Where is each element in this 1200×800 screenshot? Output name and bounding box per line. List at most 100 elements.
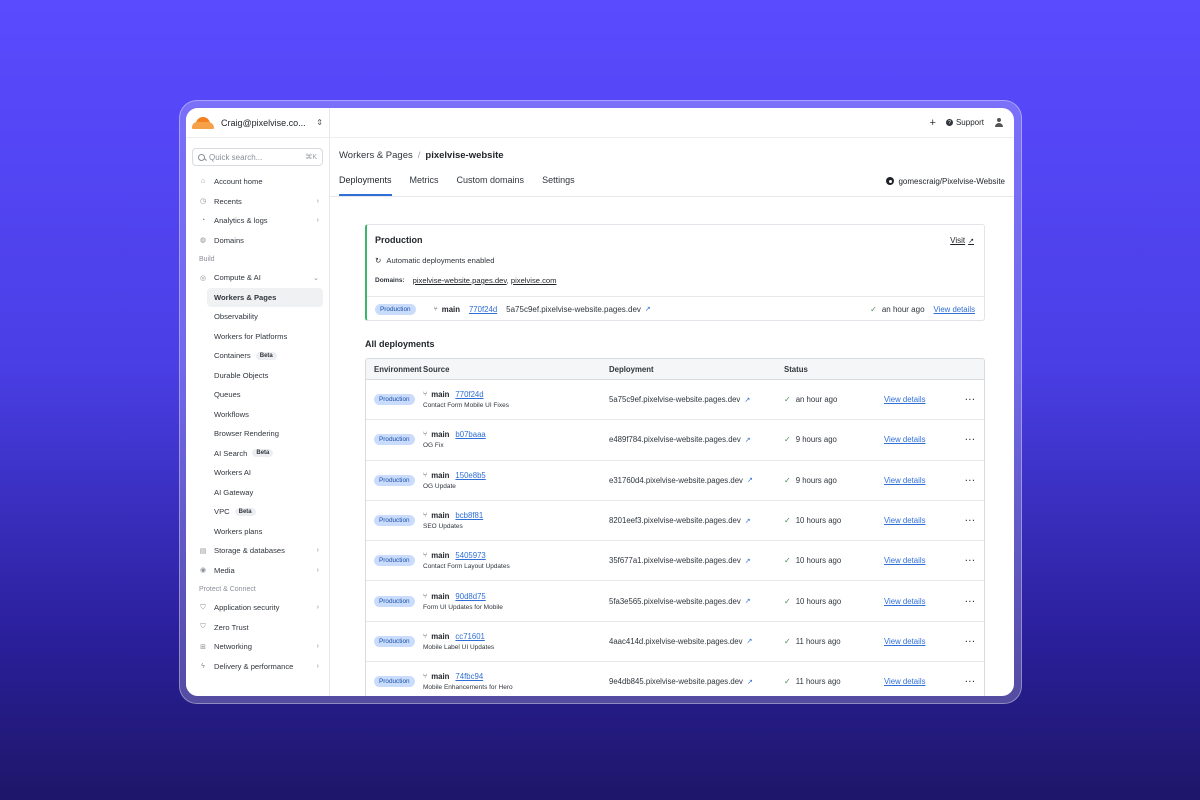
sidebar-item-workers-plans[interactable]: Workers plans xyxy=(207,522,323,542)
external-link-icon[interactable]: ↗ xyxy=(744,396,750,404)
sidebar-item-recents[interactable]: ◷ Recents › xyxy=(192,192,323,212)
deployment-url[interactable]: 35f677a1.pixelvise-website.pages.dev xyxy=(609,556,741,565)
branch: ⑂ main xyxy=(423,632,449,641)
deployments-table: Environment Source Deployment Status Pro… xyxy=(365,358,985,696)
deployment-url[interactable]: e489f784.pixelvise-website.pages.dev xyxy=(609,435,741,444)
sidebar-item-networking[interactable]: ⊞ Networking › xyxy=(192,637,323,657)
table-row[interactable]: Production ⑂ main 74fbc94 Mobile Enhancement… xyxy=(366,662,984,696)
sidebar-item-ai-gateway[interactable]: AI Gateway xyxy=(207,483,323,503)
tab-settings[interactable]: Settings xyxy=(542,166,575,196)
table-row[interactable]: Production ⑂ main b07baaa OG Fix e489f784.pix… xyxy=(366,420,984,461)
view-details-link[interactable]: View details xyxy=(884,597,925,606)
sidebar-item-workers-ai[interactable]: Workers AI xyxy=(207,463,323,483)
external-link-icon[interactable]: ↗ xyxy=(745,436,751,444)
external-link-icon[interactable]: ↗ xyxy=(745,517,751,525)
view-details-link[interactable]: View details xyxy=(884,677,925,686)
breadcrumb-parent[interactable]: Workers & Pages xyxy=(339,150,413,161)
sidebar-item-durable-objects[interactable]: Durable Objects xyxy=(207,366,323,386)
sidebar-item-workers-for-platforms[interactable]: Workers for Platforms xyxy=(207,327,323,347)
sidebar-item-label: Observability xyxy=(214,312,258,322)
deployment-url[interactable]: 8201eef3.pixelvise-website.pages.dev xyxy=(609,516,741,525)
more-options-icon[interactable]: ··· xyxy=(959,637,984,646)
domain-link[interactable]: pixelvise.com xyxy=(511,276,557,285)
commit-hash-link[interactable]: 150e8b5 xyxy=(455,471,485,480)
chevron-right-icon: › xyxy=(316,197,319,205)
source-cell: ⑂ main bcb8f81 SEO Updates xyxy=(423,511,609,530)
commit-hash-link[interactable]: 90d8d75 xyxy=(455,592,485,601)
deployment-url[interactable]: 5a75c9ef.pixelvise-website.pages.dev xyxy=(506,305,641,314)
view-details-link[interactable]: View details xyxy=(884,637,925,646)
user-icon[interactable] xyxy=(994,117,1004,128)
account-switcher[interactable]: Craig@pixelvise.co... ⇕ xyxy=(186,108,329,138)
sidebar-item-domains[interactable]: ◍ Domains xyxy=(192,231,323,251)
sidebar-item-storage-databases[interactable]: ▤ Storage & databases › xyxy=(192,541,323,561)
deployment-url[interactable]: 5a75c9ef.pixelvise-website.pages.dev xyxy=(609,395,740,404)
more-options-icon[interactable]: ··· xyxy=(959,476,984,485)
sidebar-item-zero-trust[interactable]: ⛉ Zero Trust xyxy=(192,618,323,638)
commit-hash-link[interactable]: b07baaa xyxy=(455,430,485,439)
deployment-url[interactable]: e31760d4.pixelvise-website.pages.dev xyxy=(609,476,743,485)
sidebar-item-browser-rendering[interactable]: Browser Rendering xyxy=(207,424,323,444)
sidebar-item-containers[interactable]: Containers Beta xyxy=(207,346,323,366)
view-details-link[interactable]: View details xyxy=(884,435,925,444)
quick-search-input[interactable]: Quick search... ⌘K xyxy=(192,148,323,166)
sidebar-item-delivery-performance[interactable]: ϟ Delivery & performance › xyxy=(192,657,323,677)
sidebar-item-queues[interactable]: Queues xyxy=(207,385,323,405)
table-row[interactable]: Production ⑂ main bcb8f81 SEO Updates 8201eef… xyxy=(366,501,984,542)
sidebar-item-workers-pages[interactable]: Workers & Pages xyxy=(207,287,323,307)
tab-custom-domains[interactable]: Custom domains xyxy=(457,166,525,196)
more-options-icon[interactable]: ··· xyxy=(959,435,984,444)
table-row[interactable]: Production ⑂ main 150e8b5 OG Update e31760d4.… xyxy=(366,461,984,501)
tab-deployments[interactable]: Deployments xyxy=(339,166,392,196)
git-branch-icon: ⑂ xyxy=(423,471,428,479)
commit-hash-link[interactable]: 5405973 xyxy=(455,551,485,560)
external-link-icon[interactable]: ↗ xyxy=(747,678,753,686)
more-options-icon[interactable]: ··· xyxy=(959,677,984,686)
table-row[interactable]: Production ⑂ main 90d8d75 Form UI Updates fo… xyxy=(366,581,984,622)
sidebar-item-compute-ai[interactable]: ◎ Compute & AI ⌄ xyxy=(192,268,323,288)
deployment-url[interactable]: 9e4db845.pixelvise-website.pages.dev xyxy=(609,677,743,686)
external-link-icon[interactable]: ↗ xyxy=(745,597,751,605)
sidebar-item-observability[interactable]: Observability xyxy=(207,307,323,327)
repo-link[interactable]: gomescraig/Pixelvise-Website xyxy=(886,177,1005,186)
commit-hash-link[interactable]: cc71601 xyxy=(455,632,484,641)
sidebar-item-media[interactable]: ◉ Media › xyxy=(192,561,323,581)
sidebar-item-workflows[interactable]: Workflows xyxy=(207,405,323,425)
visit-link[interactable]: Visit ↗ xyxy=(950,236,974,245)
add-button[interactable]: + xyxy=(930,117,936,129)
more-options-icon[interactable]: ··· xyxy=(959,395,984,404)
deployment-url[interactable]: 4aac414d.pixelvise-website.pages.dev xyxy=(609,637,743,646)
tab-metrics[interactable]: Metrics xyxy=(410,166,439,196)
commit-hash-link[interactable]: bcb8f81 xyxy=(455,511,483,520)
view-details-link[interactable]: View details xyxy=(884,476,925,485)
more-options-icon[interactable]: ··· xyxy=(959,516,984,525)
sidebar-item-account-home[interactable]: ⌂ Account home xyxy=(192,172,323,192)
view-details-link[interactable]: View details xyxy=(884,516,925,525)
commit-hash-link[interactable]: 770f24d xyxy=(469,305,497,314)
commit-hash-link[interactable]: 74fbc94 xyxy=(455,672,483,681)
source-cell: ⑂ main 770f24d Contact Form Mobile UI Fixes xyxy=(423,390,609,409)
table-row[interactable]: Production ⑂ main cc71601 Mobile Label UI Up… xyxy=(366,622,984,663)
sidebar-item-application-security[interactable]: ⛉ Application security › xyxy=(192,598,323,618)
more-options-icon[interactable]: ··· xyxy=(959,597,984,606)
sidebar-item-vpc[interactable]: VPC Beta xyxy=(207,502,323,522)
table-row[interactable]: Production ⑂ main 770f24d Contact Form Mobil… xyxy=(366,380,984,421)
view-details-link[interactable]: View details xyxy=(884,395,925,404)
external-link-icon[interactable]: ↗ xyxy=(747,637,753,645)
external-link-icon[interactable]: ↗ xyxy=(645,305,651,313)
sidebar-section-label: Protect & Connect xyxy=(199,585,256,593)
view-details-link[interactable]: View details xyxy=(884,556,925,565)
view-details-link[interactable]: View details xyxy=(934,305,975,314)
support-button[interactable]: ? Support xyxy=(945,118,984,127)
commit-hash-link[interactable]: 770f24d xyxy=(455,390,483,399)
home-icon: ⌂ xyxy=(200,178,206,186)
external-link-icon[interactable]: ↗ xyxy=(747,476,753,484)
sidebar-item-analytics-logs[interactable]: ◔ Analytics & logs › xyxy=(192,211,323,231)
beta-badge: Beta xyxy=(255,351,277,360)
domain-link[interactable]: pixelvise-website.pages.dev xyxy=(413,276,507,285)
deployment-url[interactable]: 5fa3e565.pixelvise-website.pages.dev xyxy=(609,597,741,606)
external-link-icon[interactable]: ↗ xyxy=(745,557,751,565)
sidebar-item-ai-search[interactable]: AI Search Beta xyxy=(207,444,323,464)
table-row[interactable]: Production ⑂ main 5405973 Contact Form Layou… xyxy=(366,541,984,582)
more-options-icon[interactable]: ··· xyxy=(959,556,984,565)
